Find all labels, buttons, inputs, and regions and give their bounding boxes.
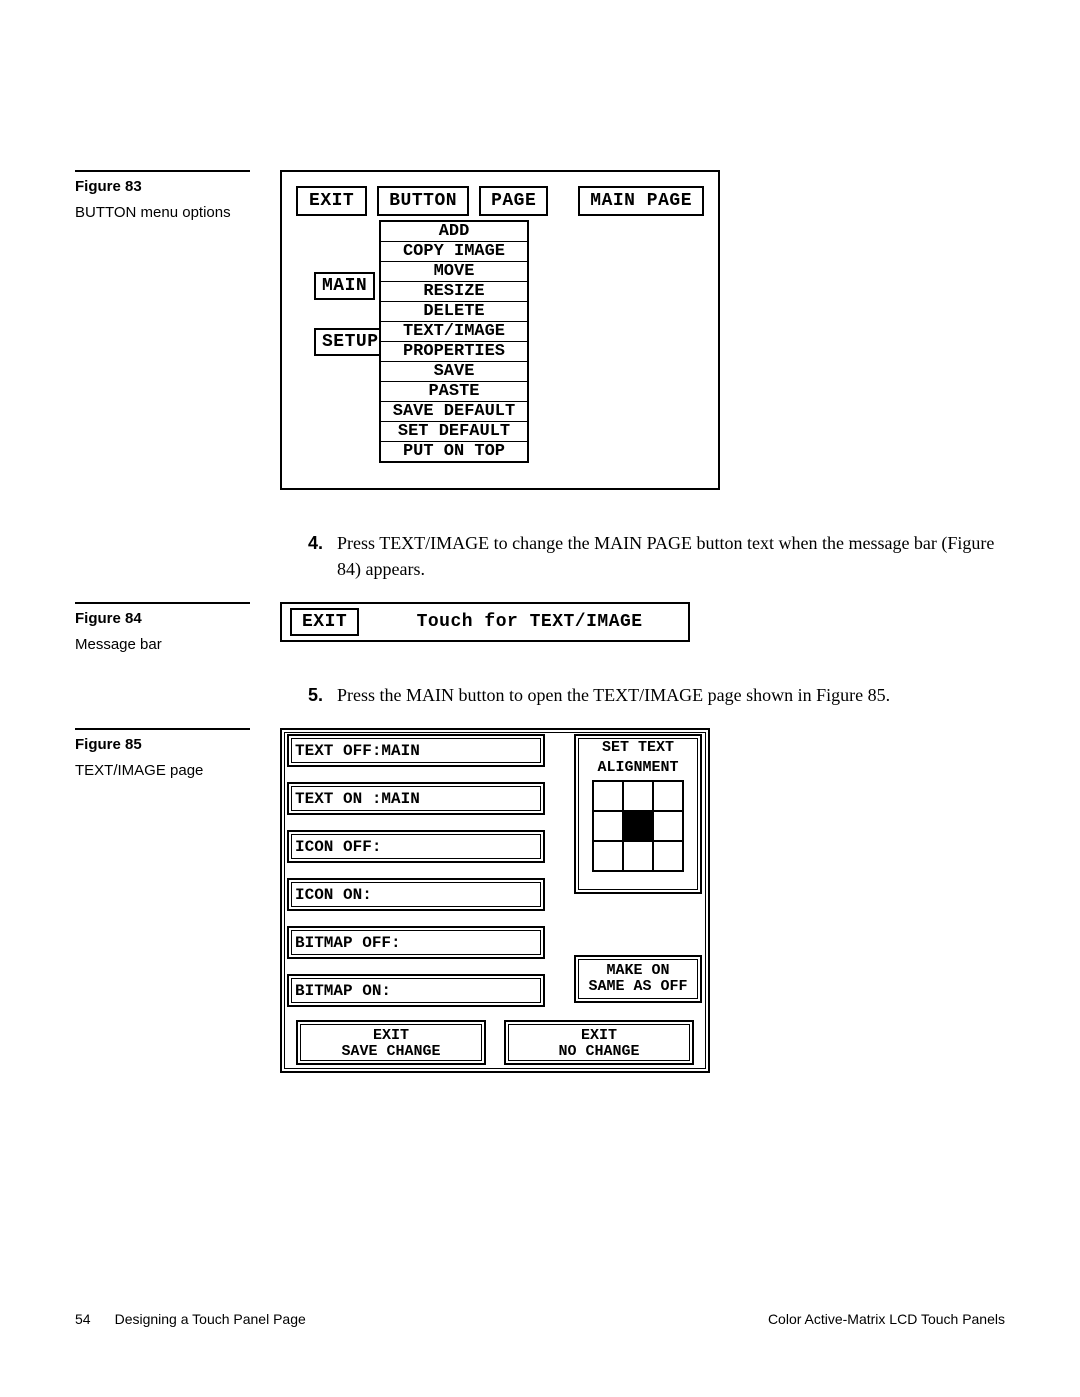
set-text-alignment-panel: SET TEXT ALIGNMENT (574, 734, 702, 894)
align-cell[interactable] (593, 811, 623, 841)
step-4-text: Press TEXT/IMAGE to change the MAIN PAGE… (337, 530, 1005, 582)
fig85-title: Figure 85 (75, 736, 250, 753)
fig85-caption: TEXT/IMAGE page (75, 761, 250, 781)
fig83-dropdown-menu: ADD COPY IMAGE MOVE RESIZE DELETE TEXT/I… (379, 220, 529, 463)
menu-item[interactable]: PROPERTIES (381, 342, 527, 362)
fig84-title: Figure 84 (75, 610, 250, 627)
fig83-setup-button[interactable]: SETUP (314, 328, 387, 356)
menu-item[interactable]: SAVE DEFAULT (381, 402, 527, 422)
make-on-line1: MAKE ON (576, 963, 700, 979)
exit-save-line1: EXIT (298, 1028, 484, 1044)
step-4: 4. Press TEXT/IMAGE to change the MAIN P… (308, 530, 1005, 582)
align-cell[interactable] (653, 781, 683, 811)
alignment-grid[interactable] (592, 780, 684, 872)
maincol-fig85: TEXT OFF:MAIN TEXT ON :MAIN ICON OFF: IC… (280, 728, 1005, 1073)
fig84-exit-button[interactable]: EXIT (290, 608, 359, 636)
step-5-text: Press the MAIN button to open the TEXT/I… (337, 682, 890, 708)
exit-save-change-button[interactable]: EXIT SAVE CHANGE (296, 1020, 486, 1065)
text-off-field[interactable]: TEXT OFF:MAIN (287, 734, 545, 767)
icon-on-field[interactable]: ICON ON: (287, 878, 545, 911)
step-4-number: 4. (308, 530, 323, 582)
menu-item[interactable]: SAVE (381, 362, 527, 382)
footer-left: 54 Designing a Touch Panel Page (75, 1311, 306, 1327)
row-fig85: Figure 85 TEXT/IMAGE page TEXT OFF:MAIN … (75, 728, 1005, 1073)
sidecol-fig85: Figure 85 TEXT/IMAGE page (75, 728, 250, 1073)
align-cell[interactable] (653, 841, 683, 871)
menu-item[interactable]: DELETE (381, 302, 527, 322)
exit-no-change-button[interactable]: EXIT NO CHANGE (504, 1020, 694, 1065)
align-label-1: SET TEXT (576, 740, 700, 760)
fig83-main-button[interactable]: MAIN (314, 272, 375, 300)
maincol-fig84: EXIT Touch for TEXT/IMAGE 5. Press the M… (280, 602, 1005, 728)
align-label-2: ALIGNMENT (576, 760, 700, 780)
page-number: 54 (75, 1311, 91, 1327)
menu-item[interactable]: PASTE (381, 382, 527, 402)
menu-item[interactable]: PUT ON TOP (381, 442, 527, 461)
align-cell[interactable] (593, 841, 623, 871)
sidecol-fig83: Figure 83 BUTTON menu options (75, 170, 250, 602)
fig85-label-block: Figure 85 TEXT/IMAGE page (75, 728, 250, 781)
fig83-page-button[interactable]: PAGE (479, 186, 548, 216)
page: Figure 83 BUTTON menu options EXIT BUTTO… (0, 0, 1080, 1397)
align-cell-selected[interactable] (623, 811, 653, 841)
align-cell[interactable] (623, 841, 653, 871)
maincol-fig83: EXIT BUTTON PAGE MAIN PAGE MAIN SETUP AD… (280, 170, 1005, 602)
exit-save-line2: SAVE CHANGE (298, 1044, 484, 1060)
fig83-diagram: EXIT BUTTON PAGE MAIN PAGE MAIN SETUP AD… (280, 170, 720, 490)
fig83-label-block: Figure 83 BUTTON menu options (75, 170, 250, 223)
step-5-number: 5. (308, 682, 323, 708)
fig85-diagram: TEXT OFF:MAIN TEXT ON :MAIN ICON OFF: IC… (280, 728, 710, 1073)
fig84-caption: Message bar (75, 635, 250, 655)
bitmap-off-field[interactable]: BITMAP OFF: (287, 926, 545, 959)
align-cell[interactable] (653, 811, 683, 841)
text-on-field[interactable]: TEXT ON :MAIN (287, 782, 545, 815)
align-cell[interactable] (593, 781, 623, 811)
footer-doc-title: Color Active-Matrix LCD Touch Panels (768, 1311, 1005, 1327)
row-fig84: Figure 84 Message bar EXIT Touch for TEX… (75, 602, 1005, 728)
menu-item[interactable]: RESIZE (381, 282, 527, 302)
fig84-diagram: EXIT Touch for TEXT/IMAGE (280, 602, 690, 642)
bitmap-on-field[interactable]: BITMAP ON: (287, 974, 545, 1007)
exit-no-line1: EXIT (506, 1028, 692, 1044)
fig83-button-button[interactable]: BUTTON (377, 186, 469, 216)
fig83-title: Figure 83 (75, 178, 250, 195)
step-5: 5. Press the MAIN button to open the TEX… (308, 682, 1005, 708)
icon-off-field[interactable]: ICON OFF: (287, 830, 545, 863)
fig83-caption: BUTTON menu options (75, 203, 250, 223)
align-cell[interactable] (623, 781, 653, 811)
fig84-message: Touch for TEXT/IMAGE (379, 612, 680, 632)
menu-item[interactable]: SET DEFAULT (381, 422, 527, 442)
fig83-exit-button[interactable]: EXIT (296, 186, 367, 216)
sidecol-fig84: Figure 84 Message bar (75, 602, 250, 728)
fig84-label-block: Figure 84 Message bar (75, 602, 250, 655)
page-footer: 54 Designing a Touch Panel Page Color Ac… (75, 1311, 1005, 1327)
exit-no-line2: NO CHANGE (506, 1044, 692, 1060)
make-on-line2: SAME AS OFF (576, 979, 700, 995)
fig83-mainpage-button[interactable]: MAIN PAGE (578, 186, 704, 216)
menu-item[interactable]: ADD (381, 222, 527, 242)
menu-item[interactable]: COPY IMAGE (381, 242, 527, 262)
row-fig83: Figure 83 BUTTON menu options EXIT BUTTO… (75, 170, 1005, 602)
menu-item[interactable]: MOVE (381, 262, 527, 282)
fig83-topbar: EXIT BUTTON PAGE MAIN PAGE (296, 186, 704, 216)
make-on-same-as-off-button[interactable]: MAKE ON SAME AS OFF (574, 955, 702, 1003)
footer-section: Designing a Touch Panel Page (115, 1311, 306, 1327)
menu-item[interactable]: TEXT/IMAGE (381, 322, 527, 342)
